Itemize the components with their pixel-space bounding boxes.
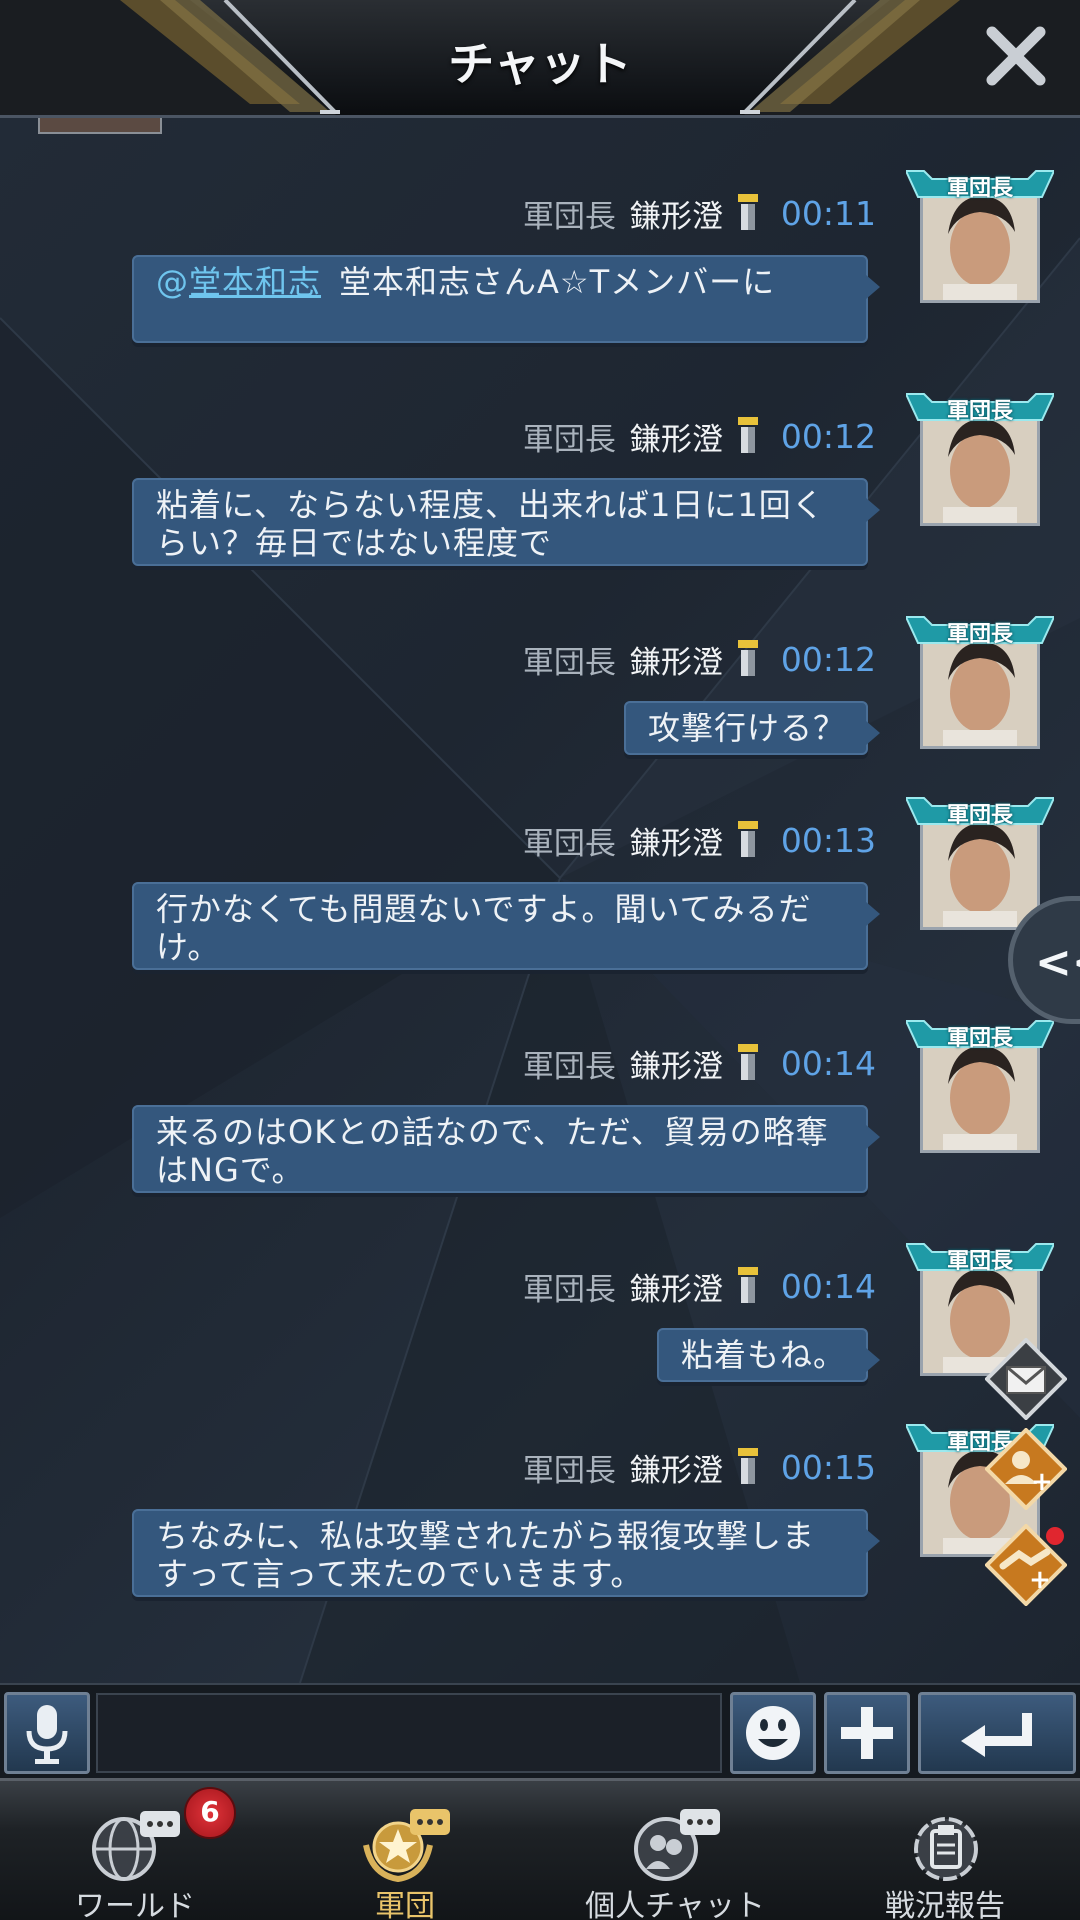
rank-badge-label: 軍団長 (946, 1249, 1013, 1274)
rank-medal-icon (737, 1448, 758, 1484)
rank-medal-icon (737, 1044, 758, 1080)
nav-world-label: ワールド (75, 1889, 195, 1920)
plus-icon (841, 1707, 893, 1759)
world-chat-icon (92, 1811, 180, 1881)
voice-button[interactable] (4, 1692, 90, 1774)
message-bubble[interactable]: @堂本和志 堂本和志さんA☆Tメンバーに (132, 255, 880, 343)
sender-avatar[interactable]: 軍団長 (906, 794, 1054, 930)
message-meta: 軍団長 鎌形澄 00:14 (522, 1041, 876, 1086)
header-bar: チャット (0, 0, 1080, 118)
close-icon[interactable] (982, 22, 1050, 90)
private-chat-icon (634, 1809, 720, 1881)
sender-avatar[interactable]: 軍団長 (906, 390, 1054, 526)
message-text: 粘着もね。 (680, 1336, 846, 1374)
message-bubble[interactable]: ちなみに、私は攻撃されたがら報復攻撃しますって言って来たのでいきます。 (132, 1509, 880, 1597)
enter-arrow-icon (961, 1713, 1032, 1757)
sender-name[interactable]: 鎌形澄 (630, 1445, 723, 1490)
sender-rank: 軍団長 (522, 421, 616, 458)
message-time: 00:15 (780, 1447, 876, 1487)
sender-avatar[interactable]: 軍団長 (906, 167, 1054, 303)
sender-rank: 軍団長 (522, 1271, 616, 1308)
nav-private-chat[interactable]: 個人チャット (540, 1781, 810, 1920)
message-time: 00:14 (780, 1266, 876, 1306)
svg-text:+: + (1029, 1565, 1051, 1595)
legion-star-icon (363, 1809, 450, 1883)
rank-badge-label: 軍団長 (946, 399, 1013, 424)
mention-link[interactable]: 堂本和志 (189, 263, 321, 301)
rank-badge-label: 軍団長 (946, 803, 1013, 828)
emoji-button[interactable] (730, 1692, 816, 1774)
message-bubble[interactable]: 粘着に、ならない程度、出来れば1日に1回くらい？毎日ではない程度で (132, 478, 880, 566)
nav-legion-label: 軍団 (375, 1889, 435, 1920)
add-ally-icon[interactable]: + (985, 1524, 1067, 1606)
rank-medal-icon (737, 417, 758, 453)
message-time: 00:12 (780, 416, 876, 456)
message-meta: 軍団長 鎌形澄 00:12 (522, 414, 876, 459)
collapse-arrows-icon: << (1035, 937, 1080, 988)
battle-report-icon (914, 1817, 978, 1881)
sender-rank: 軍団長 (522, 644, 616, 681)
message-bubble[interactable]: 攻撃行ける？ (623, 701, 881, 755)
message-text: ちなみに、私は攻撃されたがら報復攻撃しますって言って来たのでいきます。 (156, 1517, 816, 1593)
rank-medal-icon (737, 640, 758, 676)
svg-text:+: + (1031, 1467, 1053, 1497)
nav-battle-report-label: 戦況報告 (885, 1889, 1005, 1920)
message-time: 00:11 (780, 193, 876, 233)
rank-medal-icon (737, 821, 758, 857)
mail-icon[interactable] (985, 1338, 1067, 1420)
message-time: 00:14 (780, 1043, 876, 1083)
nav-world[interactable]: ワールド 6 (0, 1781, 270, 1920)
microphone-icon (26, 1705, 68, 1764)
nav-battle-report[interactable]: 戦況報告 (810, 1781, 1080, 1920)
notification-badge: 6 (184, 1787, 236, 1839)
message-bubble[interactable]: 来るのはOKとの話なので、ただ、貿易の略奪はNGで。 (132, 1105, 880, 1193)
sender-avatar[interactable]: 軍団長 (906, 1017, 1054, 1153)
sender-rank: 軍団長 (522, 198, 616, 235)
message-bubble[interactable]: 行かなくても問題ないですよ。聞いてみるだけ。 (132, 882, 880, 970)
nav-private-chat-label: 個人チャット (585, 1889, 765, 1920)
add-friend-icon[interactable]: + (985, 1428, 1067, 1510)
smiley-icon (746, 1706, 800, 1760)
message-time: 00:13 (780, 820, 876, 860)
sender-avatar[interactable]: 軍団長 (906, 613, 1054, 749)
attach-button[interactable] (824, 1692, 910, 1774)
message-text: 堂本和志さんA☆Tメンバーに (339, 263, 776, 301)
message-meta: 軍団長 鎌形澄 00:12 (522, 637, 876, 682)
sender-rank: 軍団長 (522, 1452, 616, 1489)
message-text: 粘着に、ならない程度、出来れば1日に1回くらい？毎日ではない程度で (156, 486, 825, 562)
sender-name[interactable]: 鎌形澄 (630, 818, 723, 863)
sender-name[interactable]: 鎌形澄 (630, 191, 723, 236)
sender-rank: 軍団長 (522, 825, 616, 862)
message-time: 00:12 (780, 639, 876, 679)
rank-badge-label: 軍団長 (946, 1026, 1013, 1051)
nav-legion[interactable]: 軍団 (270, 1781, 540, 1920)
sender-name[interactable]: 鎌形澄 (630, 1264, 723, 1309)
message-text: 攻撃行ける？ (647, 709, 846, 747)
page-title: チャット (448, 37, 632, 91)
message-input[interactable] (96, 1693, 722, 1773)
sender-name[interactable]: 鎌形澄 (630, 1041, 723, 1086)
message-bubble[interactable]: 粘着もね。 (656, 1328, 881, 1382)
bottom-nav: ワールド 6 軍団 個人チャット 戦況報告 (0, 1778, 1080, 1920)
message-meta: 軍団長 鎌形澄 00:15 (522, 1445, 876, 1490)
message-meta: 軍団長 鎌形澄 00:13 (522, 818, 876, 863)
message-meta: 軍団長 鎌形澄 00:11 (522, 191, 876, 236)
message-text: 来るのはOKとの話なので、ただ、貿易の略奪はNGで。 (156, 1113, 829, 1189)
mention-symbol: @ (156, 263, 189, 301)
rank-badge-label: 軍団長 (946, 176, 1013, 201)
sender-name[interactable]: 鎌形澄 (630, 637, 723, 682)
message-meta: 軍団長 鎌形澄 00:14 (522, 1264, 876, 1309)
rank-medal-icon (737, 1267, 758, 1303)
sender-name[interactable]: 鎌形澄 (630, 414, 723, 459)
rank-badge-label: 軍団長 (946, 622, 1013, 647)
message-text: 行かなくても問題ないですよ。聞いてみるだけ。 (156, 890, 812, 966)
send-button[interactable] (918, 1692, 1076, 1774)
chat-input-bar (0, 1683, 1080, 1778)
rank-medal-icon (737, 194, 758, 230)
previous-avatar-edge (38, 118, 162, 134)
sender-rank: 軍団長 (522, 1048, 616, 1085)
